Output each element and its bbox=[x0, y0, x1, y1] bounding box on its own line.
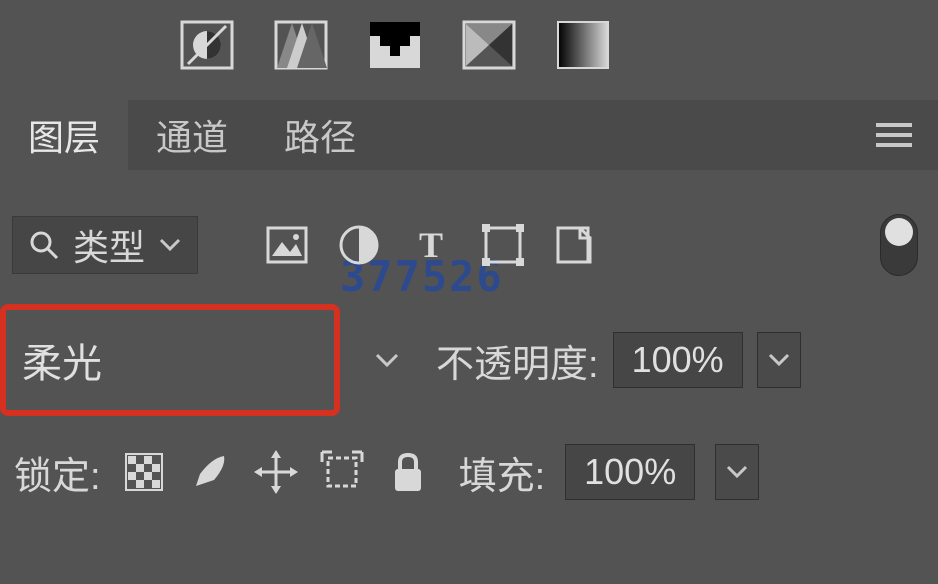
fill-value-input[interactable]: 100% bbox=[565, 444, 695, 500]
fill-chevron[interactable] bbox=[715, 444, 759, 500]
filter-toggle[interactable] bbox=[880, 214, 918, 276]
tab-channels[interactable]: 通道 bbox=[128, 100, 256, 170]
layer-type-filter[interactable]: 类型 bbox=[12, 216, 198, 274]
adjustment-threshold-icon[interactable] bbox=[368, 20, 422, 70]
blend-mode-value: 柔光 bbox=[22, 331, 102, 389]
opacity-label: 不透明度: bbox=[436, 333, 599, 388]
lock-label: 锁定: bbox=[14, 445, 101, 500]
chevron-down-icon bbox=[159, 238, 181, 252]
lock-artboard-icon[interactable] bbox=[319, 449, 365, 495]
search-icon bbox=[29, 230, 59, 260]
filter-type-layers-icon[interactable]: T bbox=[406, 220, 456, 270]
panel-menu-icon[interactable] bbox=[850, 100, 938, 170]
opacity-value-input[interactable]: 100% bbox=[613, 332, 743, 388]
blend-mode-highlight: 柔光 bbox=[0, 304, 340, 416]
adjustment-gradient-map-icon[interactable] bbox=[462, 20, 516, 70]
lock-all-icon[interactable] bbox=[385, 449, 431, 495]
tab-layers-label: 图层 bbox=[28, 109, 100, 161]
svg-text:T: T bbox=[419, 225, 443, 265]
tab-layers[interactable]: 图层 bbox=[0, 100, 128, 170]
tab-paths-label: 路径 bbox=[284, 109, 356, 161]
filter-shape-layers-icon[interactable] bbox=[478, 220, 528, 270]
blend-mode-dropdown[interactable]: 柔光 bbox=[14, 316, 326, 404]
type-filter-label: 类型 bbox=[73, 219, 145, 271]
adjustment-invert-icon[interactable] bbox=[180, 20, 234, 70]
tab-channels-label: 通道 bbox=[156, 109, 228, 161]
filter-smart-objects-icon[interactable] bbox=[550, 220, 600, 270]
toggle-ball bbox=[885, 218, 913, 246]
opacity-chevron[interactable] bbox=[757, 332, 801, 388]
filter-pixel-layers-icon[interactable] bbox=[262, 220, 312, 270]
adjustment-posterize-icon[interactable] bbox=[274, 20, 328, 70]
lock-transparency-icon[interactable] bbox=[121, 449, 167, 495]
filter-adjustment-layers-icon[interactable] bbox=[334, 220, 384, 270]
fill-value: 100% bbox=[584, 451, 676, 493]
tab-paths[interactable]: 路径 bbox=[256, 100, 384, 170]
lock-position-icon[interactable] bbox=[253, 449, 299, 495]
opacity-value: 100% bbox=[632, 339, 724, 381]
lock-pixels-icon[interactable] bbox=[187, 449, 233, 495]
adjustment-selective-color-icon[interactable] bbox=[556, 20, 610, 70]
fill-label: 填充: bbox=[459, 445, 546, 500]
blend-mode-chevron[interactable] bbox=[374, 352, 400, 368]
